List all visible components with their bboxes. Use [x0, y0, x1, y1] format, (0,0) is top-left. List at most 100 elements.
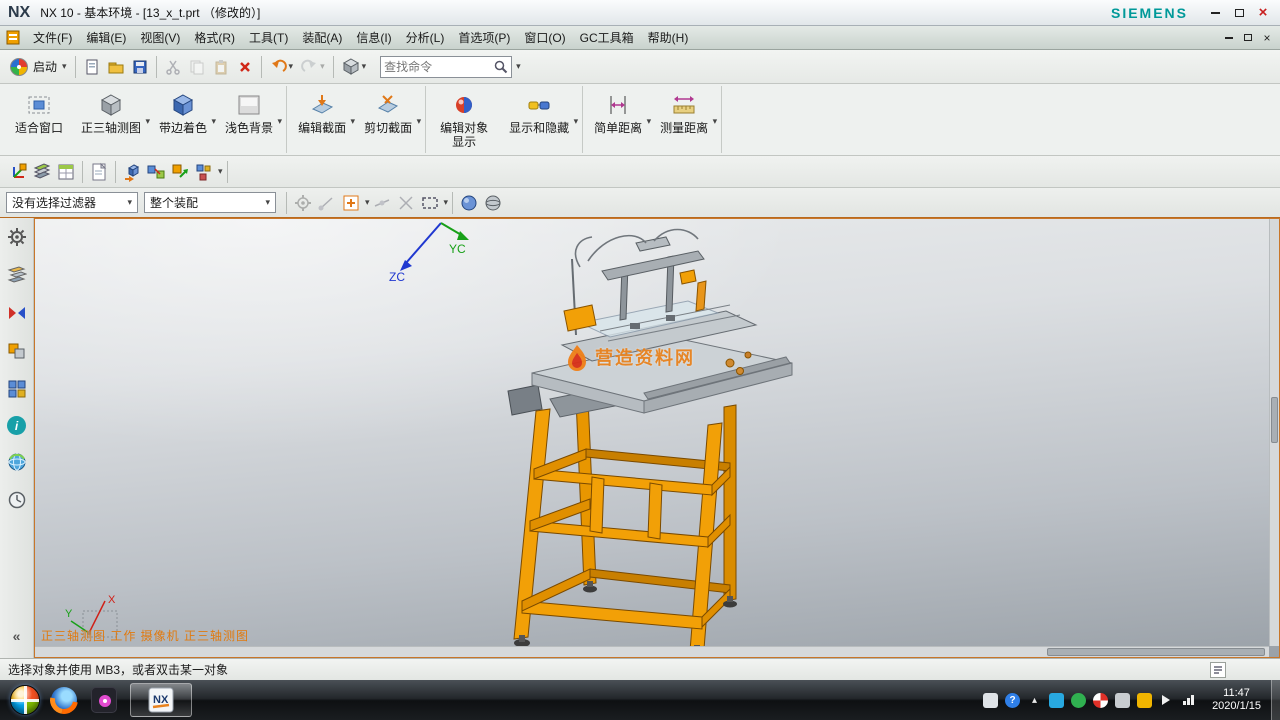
minimize-button[interactable] — [1204, 4, 1226, 22]
horizontal-scrollbar[interactable] — [35, 646, 1269, 657]
light-background-button[interactable]: 浅色背景 ▾ — [217, 86, 283, 153]
shaded-sphere-icon[interactable] — [457, 191, 481, 215]
show-desktop-button[interactable] — [1271, 680, 1280, 720]
drawing-sheet-icon[interactable] — [87, 160, 111, 184]
snap-options-icon[interactable] — [291, 191, 315, 215]
tray-expand-icon[interactable]: ▴ — [1027, 693, 1042, 708]
collapse-chevron-icon[interactable]: « — [13, 628, 21, 644]
delete-button[interactable] — [233, 54, 257, 80]
taskbar-capture-button[interactable] — [84, 681, 124, 719]
endpoint-snap-icon[interactable] — [315, 191, 339, 215]
move-component-icon[interactable] — [120, 160, 144, 184]
doc-close-button[interactable]: × — [1258, 30, 1276, 46]
paste-button[interactable] — [209, 54, 233, 80]
menu-help[interactable]: 帮助(H) — [641, 26, 696, 49]
point-dropdown-icon[interactable]: ▾ — [365, 198, 370, 207]
reuse-library-icon[interactable] — [6, 378, 28, 400]
layer-settings-icon[interactable] — [54, 160, 78, 184]
usb-icon[interactable] — [1115, 693, 1130, 708]
clock-time: 11:47 — [1212, 687, 1261, 700]
vertical-scrollbar-thumb[interactable] — [1271, 397, 1278, 443]
doc-minimize-button[interactable] — [1220, 30, 1238, 46]
edit-object-display-button[interactable]: 编辑对象显示 — [429, 86, 501, 153]
menu-information[interactable]: 信息(I) — [349, 26, 398, 49]
measure-distance-button[interactable]: 测量距离 ▾ — [652, 86, 718, 153]
midpoint-snap-icon[interactable] — [370, 191, 394, 215]
menu-edit[interactable]: 编辑(E) — [79, 26, 133, 49]
menu-gc-toolbox[interactable]: GC工具箱 — [573, 26, 641, 49]
history-clock-icon[interactable] — [6, 489, 28, 511]
menu-assemblies[interactable]: 装配(A) — [295, 26, 349, 49]
pinwheel-icon[interactable] — [1093, 693, 1108, 708]
menu-view[interactable]: 视图(V) — [133, 26, 187, 49]
part-document-icon[interactable] — [4, 30, 22, 46]
exploded-views-icon[interactable] — [192, 160, 216, 184]
menu-file[interactable]: 文件(F) — [26, 26, 79, 49]
exploded-dropdown-icon[interactable]: ▾ — [218, 167, 223, 176]
help-tray-icon[interactable]: ? — [1005, 693, 1020, 708]
part-navigator-icon[interactable] — [6, 340, 28, 362]
constraint-navigator-icon[interactable] — [6, 302, 28, 324]
horizontal-scrollbar-thumb[interactable] — [1047, 648, 1265, 656]
menu-window[interactable]: 窗口(O) — [517, 26, 572, 49]
menu-tools[interactable]: 工具(T) — [242, 26, 295, 49]
taskbar-firefox-button[interactable] — [44, 681, 84, 719]
wireframe-sphere-icon[interactable] — [481, 191, 505, 215]
assembly-navigator-icon[interactable] — [6, 264, 28, 286]
copy-icon — [189, 59, 205, 75]
messenger-icon[interactable] — [1049, 693, 1064, 708]
show-hide-button[interactable]: 显示和隐藏 ▾ — [501, 86, 579, 153]
edit-section-button[interactable]: 编辑截面 ▾ — [290, 86, 356, 153]
undo-button[interactable]: ▾ — [266, 54, 298, 80]
render-style-button[interactable]: ▾ — [338, 54, 371, 80]
hd3d-info-icon[interactable]: i — [7, 416, 26, 435]
menu-preferences[interactable]: 首选项(P) — [451, 26, 517, 49]
close-button[interactable]: × — [1252, 4, 1274, 22]
layer-stack-icon[interactable] — [30, 160, 54, 184]
menu-analysis[interactable]: 分析(L) — [399, 26, 452, 49]
datum-csys-icon[interactable] — [6, 160, 30, 184]
command-search-input[interactable] — [384, 60, 493, 74]
web-browser-icon[interactable] — [6, 451, 28, 473]
volume-icon[interactable] — [1159, 693, 1174, 708]
graphics-viewport[interactable]: ZC YC — [34, 218, 1280, 658]
network-icon[interactable] — [1181, 693, 1196, 708]
taskbar-clock[interactable]: 11:47 2020/1/15 — [1204, 687, 1269, 713]
doc-restore-button[interactable] — [1239, 30, 1257, 46]
fit-window-button[interactable]: 适合窗口 — [7, 86, 73, 153]
selection-scope-select[interactable]: 整个装配 ▾ — [144, 192, 276, 213]
vertical-scrollbar[interactable] — [1269, 219, 1279, 646]
start-button[interactable] — [6, 681, 44, 719]
simple-distance-button[interactable]: 简单距离 ▾ — [586, 86, 652, 153]
taskbar-nx-button[interactable]: NX — [130, 683, 192, 717]
start-menu-button[interactable]: 启动 ▾ — [6, 54, 71, 80]
search-icon[interactable] — [493, 59, 508, 74]
light-background-icon — [236, 91, 262, 119]
status-note-icon[interactable] — [1210, 662, 1226, 678]
point-dialog-icon[interactable] — [339, 191, 363, 215]
open-file-button[interactable] — [104, 54, 128, 80]
copy-button[interactable] — [185, 54, 209, 80]
intersection-snap-icon[interactable] — [394, 191, 418, 215]
assembly-constraints-icon[interactable] — [144, 160, 168, 184]
maximize-button[interactable] — [1228, 4, 1250, 22]
model-3d[interactable] — [430, 223, 850, 657]
command-finder — [380, 56, 512, 78]
clip-section-button[interactable]: 剪切截面 ▾ — [356, 86, 422, 153]
search-dropdown-icon[interactable]: ▾ — [516, 62, 521, 71]
gear-icon[interactable] — [6, 226, 28, 248]
trimetric-view-button[interactable]: 正三轴测图 ▾ — [73, 86, 151, 153]
rectangle-select-icon[interactable] — [418, 191, 442, 215]
ime-icon[interactable] — [983, 693, 998, 708]
shaded-with-edges-button[interactable]: 带边着色 ▾ — [151, 86, 217, 153]
save-button[interactable] — [128, 54, 152, 80]
flag-icon[interactable] — [1137, 693, 1152, 708]
menu-format[interactable]: 格式(R) — [187, 26, 242, 49]
antivirus-icon[interactable] — [1071, 693, 1086, 708]
selection-filter-select[interactable]: 没有选择过滤器 ▾ — [6, 192, 138, 213]
select-mode-dropdown-icon[interactable]: ▾ — [444, 198, 449, 207]
wave-geometry-icon[interactable] — [168, 160, 192, 184]
cut-button[interactable] — [161, 54, 185, 80]
redo-button[interactable]: ▾ — [297, 54, 329, 80]
new-file-button[interactable] — [80, 54, 104, 80]
